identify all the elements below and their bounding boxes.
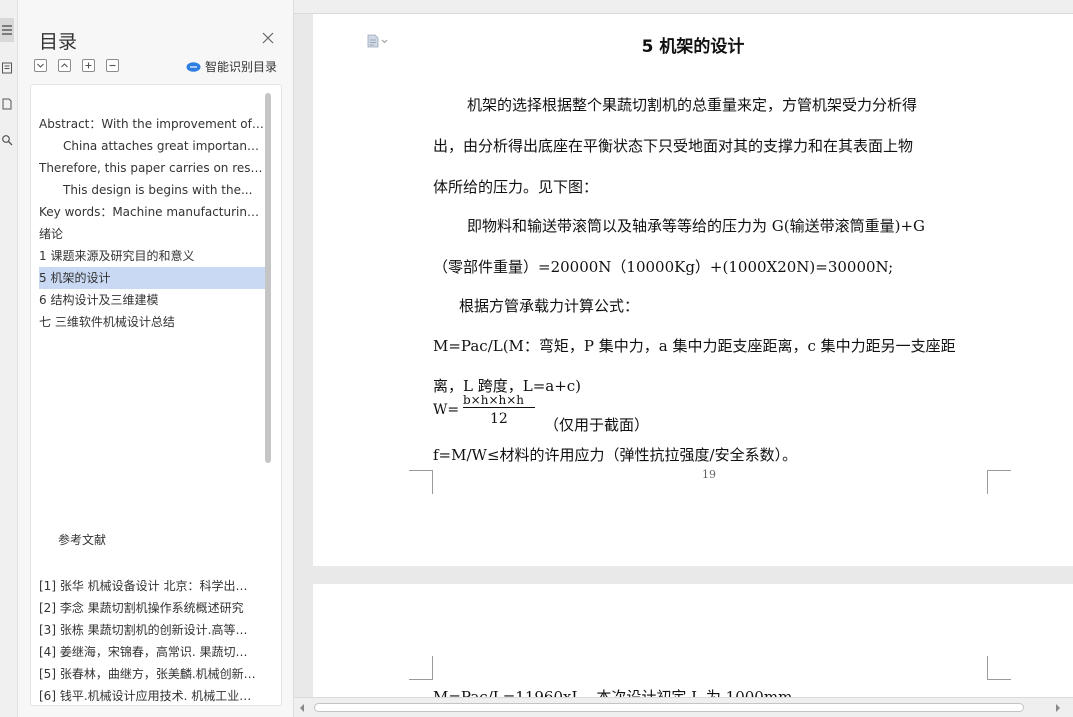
smart-cloud-icon (186, 61, 201, 72)
toc-item-references[interactable]: 参考文献 (58, 531, 106, 548)
toc-item-chapter-5[interactable]: 5 机架的设计 (39, 267, 265, 289)
page-thumbnail-icon[interactable] (0, 92, 14, 116)
toc-panel: 目录 智能识别目录 Abstract：With the improvement … (18, 0, 294, 717)
reference-item[interactable]: [4] 姜继海，宋锦春，高常识. 果蔬切割机 (39, 641, 257, 663)
body-text: M=Pac/L(M：弯矩，P 集中力，a 集中力距支座距离，c 集中力距另一支座… (433, 337, 956, 355)
page-corner-mark (987, 470, 1011, 494)
page-number: 19 (702, 468, 716, 481)
body-text: 体所给的压力。见下图： (433, 178, 599, 196)
toc-icon[interactable] (0, 18, 14, 42)
expand-all-icon[interactable] (58, 59, 71, 72)
toc-item-abstract[interactable]: Abstract：With the improvement of living … (39, 113, 265, 135)
toc-item-key-words[interactable]: Key words：Machine manufacturing... (39, 201, 265, 223)
formula-w-numerator: b×h×h×h (463, 393, 525, 405)
body-text: 出，由分析得出底座在平衡状态下只受地面对其的支撑力和在其表面上物 (433, 137, 914, 155)
search-icon[interactable] (0, 128, 14, 152)
reference-item[interactable]: [6] 钱平.机械设计应用技术. 机械工业出版社 (39, 685, 257, 705)
document-page: 5 机架的设计 机架的选择根据整个果蔬切割机的总重量来定，方管机架受力分析得 出… (313, 14, 1073, 566)
toc-title: 目录 (39, 31, 78, 53)
toc-item-chapter-6[interactable]: 6 结构设计及三维建模 (39, 289, 265, 311)
add-heading-icon[interactable] (82, 59, 95, 72)
smart-toc-button[interactable]: 智能识别目录 (186, 58, 277, 74)
toc-item-therefore[interactable]: Therefore, this paper carries on researc… (39, 157, 265, 179)
page-corner-mark (409, 470, 433, 494)
document-page-next: M=Pac/L=11960xL，本次设计初定 L 为 1000mm (313, 584, 1073, 704)
toc-scrollbar[interactable] (265, 93, 271, 463)
reference-item[interactable]: [3] 张栋 果蔬切割机的创新设计.高等教育 (39, 619, 257, 641)
section-heading: 5 机架的设计 (641, 37, 745, 57)
body-text: 机架的选择根据整个果蔬切割机的总重量来定，方管机架受力分析得 (467, 96, 918, 114)
horizontal-scrollbar[interactable] (294, 697, 1073, 717)
collapse-all-icon[interactable] (34, 59, 47, 72)
page-corner-mark (987, 656, 1011, 680)
toc-item-this-design[interactable]: This design is begins with the... (39, 179, 265, 201)
page-corner-mark (409, 470, 433, 471)
scrollbar-thumb[interactable] (314, 703, 1024, 712)
toc-list: Abstract：With the improvement of living … (30, 84, 282, 706)
formula-w-denominator: 12 (490, 411, 508, 427)
top-ruler-strip (294, 0, 1073, 14)
page-corner-mark (409, 656, 433, 680)
formula-note: （仅用于截面） (544, 416, 650, 434)
toc-item-chapter-7[interactable]: 七 三维软件机械设计总结 (39, 311, 265, 333)
left-tool-strip (0, 0, 18, 717)
bookmark-icon[interactable] (0, 56, 14, 80)
formula-fraction-bar (463, 407, 535, 408)
scroll-right-icon[interactable] (1054, 703, 1062, 713)
reference-item[interactable]: [5] 张春林，曲继方，张美麟.机械创新设计 (39, 663, 257, 685)
reference-item[interactable]: [1] 张华 机械设备设计 北京：科学出版社 (39, 575, 257, 597)
page-corner-mark (987, 470, 1011, 471)
toc-item-introduction[interactable]: 绪论 (39, 223, 265, 245)
remove-heading-icon[interactable] (106, 59, 119, 72)
toc-item-china[interactable]: China attaches great importance to... (39, 135, 265, 157)
reference-item[interactable]: [2] 李念 果蔬切割机操作系统概述研究 (39, 597, 257, 619)
smart-toc-label: 智能识别目录 (205, 59, 278, 74)
body-text: 根据方管承载力计算公式： (459, 297, 640, 315)
close-icon[interactable] (261, 30, 275, 44)
scroll-left-icon[interactable] (298, 703, 306, 713)
body-text: （零部件重量）=20000N（10000Kg）+(1000X20N)=30000… (433, 258, 894, 276)
body-text: f=M/W≤材料的许用应力（弹性抗拉强度/安全系数）。 (433, 446, 798, 464)
toc-item-chapter-1[interactable]: 1 课题来源及研究目的和意义 (39, 245, 265, 267)
body-text: 即物料和输送带滚筒以及轴承等等给的压力为 G(输送带滚筒重量)+G (467, 217, 926, 235)
formula-w-label: W= (433, 402, 460, 418)
